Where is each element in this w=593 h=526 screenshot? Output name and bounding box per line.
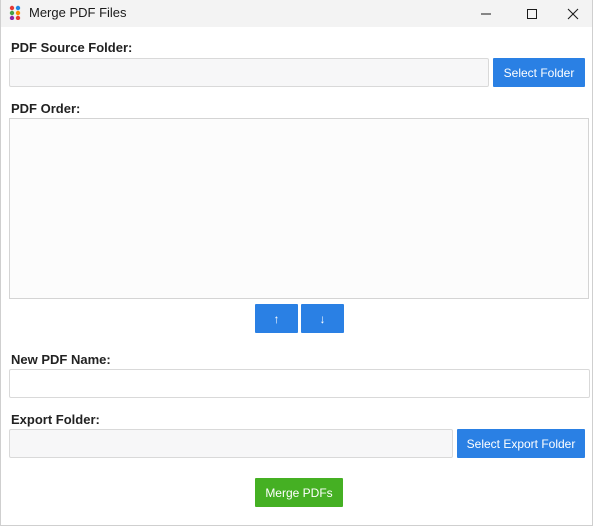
close-icon xyxy=(567,8,579,19)
new-pdf-name-label: New PDF Name: xyxy=(11,352,111,367)
export-folder-input[interactable] xyxy=(9,429,453,458)
maximize-button[interactable] xyxy=(509,0,555,27)
arrow-up-icon: ↑ xyxy=(273,311,280,326)
move-up-button[interactable]: ↑ xyxy=(255,304,298,333)
pdf-order-label: PDF Order: xyxy=(11,101,81,116)
window-title: Merge PDF Files xyxy=(29,5,127,20)
minimize-button[interactable] xyxy=(463,0,509,27)
arrow-down-icon: ↓ xyxy=(319,311,326,326)
new-pdf-name-input[interactable] xyxy=(9,369,590,398)
move-down-button[interactable]: ↓ xyxy=(301,304,344,333)
export-folder-label: Export Folder: xyxy=(11,412,100,427)
maximize-icon xyxy=(527,8,537,19)
source-folder-label: PDF Source Folder: xyxy=(11,40,133,55)
close-button[interactable] xyxy=(554,0,592,27)
select-folder-button[interactable]: Select Folder xyxy=(493,58,585,87)
pdf-order-list[interactable] xyxy=(9,118,589,299)
source-folder-input[interactable] xyxy=(9,58,489,87)
minimize-icon xyxy=(481,13,491,14)
merge-pdfs-button[interactable]: Merge PDFs xyxy=(255,478,343,507)
title-bar[interactable]: Merge PDF Files xyxy=(1,0,592,27)
merge-pdf-window: Merge PDF Files PDF Source Folder: Selec… xyxy=(0,0,593,526)
select-export-folder-button[interactable]: Select Export Folder xyxy=(457,429,585,458)
app-icon xyxy=(9,5,21,20)
